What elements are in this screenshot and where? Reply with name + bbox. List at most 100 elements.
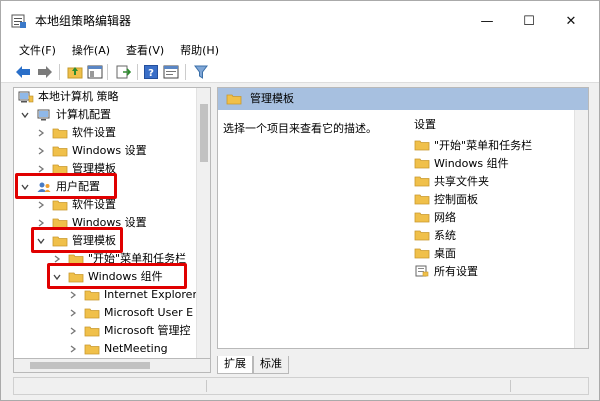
- folder-icon: [84, 290, 100, 301]
- tree-item-software-settings-computer[interactable]: 软件设置: [36, 124, 116, 142]
- svg-text:?: ?: [148, 68, 154, 79]
- chevron-right-icon[interactable]: [68, 326, 78, 336]
- chevron-down-icon[interactable]: [20, 110, 30, 120]
- chevron-right-icon[interactable]: [68, 308, 78, 318]
- tree-item-admin-templates-computer[interactable]: 管理模板: [36, 160, 116, 178]
- status-bar: [13, 377, 589, 395]
- tree-item-start-menu[interactable]: "开始"菜单和任务栏: [52, 250, 186, 268]
- tree-item-microsoft-management-console[interactable]: Microsoft 管理控: [68, 322, 191, 340]
- description-text: 选择一个项目来查看它的描述。: [223, 122, 377, 135]
- export-list-button[interactable]: [115, 64, 131, 80]
- chevron-right-icon[interactable]: [36, 128, 46, 138]
- maximize-button[interactable]: ☐: [511, 7, 547, 35]
- settings-column-header[interactable]: 设置: [414, 116, 436, 132]
- chevron-right-icon[interactable]: [36, 218, 46, 228]
- tab-extended[interactable]: 扩展: [217, 356, 253, 374]
- back-button[interactable]: [15, 64, 31, 80]
- computer-config-icon: [37, 109, 50, 121]
- folder-icon: [84, 344, 100, 355]
- list-item-windows-components[interactable]: Windows 组件: [414, 154, 509, 172]
- forward-button[interactable]: [37, 64, 53, 80]
- filter-button[interactable]: [193, 64, 209, 80]
- tab-standard[interactable]: 标准: [253, 356, 289, 374]
- details-pane: 管理模板 选择一个项目来查看它的描述。 设置 "开始"菜单和任务栏 Window…: [217, 87, 589, 349]
- tree-item-computer-config[interactable]: 计算机配置: [20, 106, 111, 124]
- list-item-start-menu[interactable]: "开始"菜单和任务栏: [414, 136, 532, 154]
- chevron-right-icon[interactable]: [68, 344, 78, 354]
- toolbar: ?: [1, 61, 599, 83]
- minimize-icon: —: [480, 13, 494, 29]
- filter-icon: [194, 65, 208, 79]
- computer-policy-icon: [18, 91, 34, 103]
- folder-icon: [68, 254, 84, 265]
- list-item-desktop[interactable]: 桌面: [414, 244, 456, 262]
- details-vertical-scrollbar[interactable]: [574, 110, 588, 348]
- tree-item-windows-settings-user[interactable]: Windows 设置: [36, 214, 147, 232]
- show-hide-tree-button[interactable]: [87, 64, 103, 80]
- tree-horizontal-scrollbar[interactable]: [13, 359, 211, 373]
- folder-icon: [414, 248, 430, 259]
- minimize-button[interactable]: —: [469, 7, 505, 35]
- tree-item-internet-explorer[interactable]: Internet Explorer: [68, 286, 197, 304]
- folder-icon: [52, 128, 68, 139]
- view-tabs: 扩展 标准: [217, 356, 289, 374]
- menu-view[interactable]: 查看(V): [118, 41, 172, 61]
- folder-icon: [414, 194, 430, 205]
- folder-icon: [414, 212, 430, 223]
- tree-item-windows-components[interactable]: Windows 组件: [52, 268, 163, 286]
- tree-item-user-config[interactable]: 用户配置: [20, 178, 100, 196]
- export-list-icon: [116, 65, 131, 79]
- chevron-down-icon[interactable]: [36, 236, 46, 246]
- menu-bar: 文件(F) 操作(A) 查看(V) 帮助(H): [1, 41, 599, 61]
- folder-icon: [52, 164, 68, 175]
- list-item-shared-folders[interactable]: 共享文件夹: [414, 172, 489, 190]
- list-item-network[interactable]: 网络: [414, 208, 456, 226]
- help-button[interactable]: ?: [143, 64, 159, 80]
- back-arrow-icon: [16, 66, 30, 78]
- user-config-icon: [37, 182, 51, 192]
- policy-editor-app-icon: [11, 14, 26, 28]
- up-one-level-button[interactable]: [67, 64, 83, 80]
- menu-help[interactable]: 帮助(H): [172, 41, 227, 61]
- list-item-control-panel[interactable]: 控制面板: [414, 190, 478, 208]
- tree-item-software-settings-user[interactable]: 软件设置: [36, 196, 116, 214]
- chevron-right-icon[interactable]: [36, 200, 46, 210]
- folder-icon: [414, 176, 430, 187]
- chevron-right-icon[interactable]: [36, 146, 46, 156]
- tree-item-windows-settings-computer[interactable]: Windows 设置: [36, 142, 147, 160]
- tree-item-microsoft-user-experience[interactable]: Microsoft User E: [68, 304, 193, 322]
- chevron-down-icon[interactable]: [52, 272, 62, 282]
- show-hide-tree-icon: [87, 65, 103, 79]
- tree-item-root[interactable]: 本地计算机 策略: [18, 88, 119, 106]
- properties-button[interactable]: [163, 64, 179, 80]
- menu-action[interactable]: 操作(A): [64, 41, 118, 61]
- scroll-thumb[interactable]: [30, 362, 150, 369]
- maximize-icon: ☐: [523, 13, 535, 29]
- tree-item-admin-templates-user[interactable]: 管理模板: [36, 232, 116, 250]
- folder-icon: [414, 140, 430, 151]
- details-header: 管理模板: [218, 88, 588, 110]
- folder-icon: [84, 308, 100, 319]
- folder-icon: [52, 146, 68, 157]
- chevron-right-icon[interactable]: [36, 164, 46, 174]
- details-header-title: 管理模板: [250, 92, 294, 105]
- chevron-down-icon[interactable]: [20, 182, 30, 192]
- console-tree[interactable]: 本地计算机 策略 计算机配置 软件设置 Windows 设置 管理模板 用户配置: [13, 87, 211, 359]
- close-button[interactable]: ✕: [553, 7, 589, 35]
- title-bar: 本地组策略编辑器 — ☐ ✕: [1, 1, 599, 41]
- help-icon: ?: [144, 65, 158, 79]
- scroll-thumb[interactable]: [200, 104, 208, 162]
- list-item-all-settings[interactable]: 所有设置: [414, 262, 478, 280]
- chevron-right-icon[interactable]: [52, 254, 62, 264]
- tree-vertical-scrollbar[interactable]: [196, 88, 210, 358]
- list-item-system[interactable]: 系统: [414, 226, 456, 244]
- menu-file[interactable]: 文件(F): [1, 41, 64, 61]
- up-folder-icon: [67, 67, 83, 79]
- folder-icon: [226, 94, 242, 105]
- folder-open-icon: [52, 236, 68, 247]
- chevron-right-icon[interactable]: [68, 290, 78, 300]
- folder-open-icon: [68, 272, 84, 283]
- folder-icon: [52, 200, 68, 211]
- folder-icon: [414, 230, 430, 241]
- tree-item-netmeeting[interactable]: NetMeeting: [68, 340, 168, 358]
